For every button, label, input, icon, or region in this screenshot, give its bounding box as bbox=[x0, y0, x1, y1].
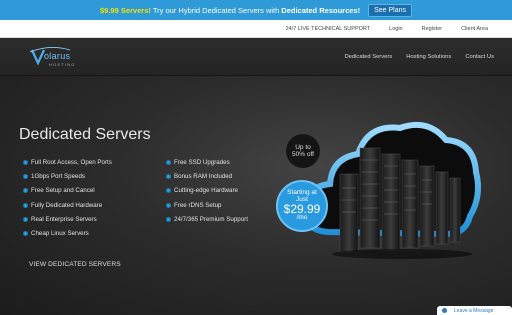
features-left: Full Root Access, Open Ports 1Gbps Port … bbox=[23, 155, 112, 241]
feature-item: Fully Dedicated Hardware bbox=[23, 198, 112, 212]
feature-item: Real Enterprise Servers bbox=[23, 212, 112, 226]
live-chat-tab[interactable]: Leave a Message bbox=[437, 306, 512, 315]
bullet-icon bbox=[23, 216, 28, 222]
discount-line1: Up to bbox=[295, 144, 311, 151]
top-nav-login[interactable]: Login bbox=[389, 26, 402, 32]
feature-label: Full Root Access, Open Ports bbox=[31, 158, 112, 166]
main-nav: Dedicated Servers Hosting Solutions Cont… bbox=[331, 54, 495, 60]
feature-label: Free Setup and Cancel bbox=[31, 187, 95, 195]
nav-dedicated-servers[interactable]: Dedicated Servers bbox=[345, 54, 393, 60]
site-header: olarus HOSTING Dedicated Servers Hosting… bbox=[0, 38, 512, 76]
live-chat-label: Leave a Message bbox=[454, 307, 494, 314]
bullet-icon bbox=[23, 159, 28, 165]
nav-hosting-solutions[interactable]: Hosting Solutions bbox=[406, 54, 451, 60]
feature-label: Free SSD Upgrades bbox=[174, 158, 230, 166]
discount-badge: Up to 50% off bbox=[286, 134, 320, 168]
feature-label: Cheap Linux Servers bbox=[31, 230, 89, 238]
feature-label: Real Enterprise Servers bbox=[31, 215, 97, 223]
bullet-icon bbox=[166, 159, 171, 165]
feature-item: Free rDNS Setup bbox=[166, 198, 248, 212]
cloud-servers-image bbox=[302, 122, 481, 259]
chat-icon bbox=[442, 308, 447, 313]
feature-label: 24/7/365 Premium Support bbox=[174, 215, 248, 223]
features-right: Free SSD Upgrades Bonus RAM Included Cut… bbox=[166, 155, 248, 226]
feature-item: Cutting-edge Hardware bbox=[166, 184, 248, 198]
view-dedicated-servers-link[interactable]: VIEW DEDICATED SERVERS bbox=[29, 261, 121, 268]
promo-text: Try our Hybrid Dedicated Servers with bbox=[152, 5, 280, 15]
feature-item: 24/7/365 Premium Support bbox=[166, 212, 248, 226]
feature-item: Full Root Access, Open Ports bbox=[23, 155, 112, 169]
bullet-icon bbox=[23, 231, 28, 237]
top-nav-support[interactable]: 24/7 LIVE TECHNICAL SUPPORT bbox=[286, 26, 371, 32]
promo-bar: $9.99 Servers! Try our Hybrid Dedicated … bbox=[0, 0, 512, 20]
feature-label: 1Gbps Port Speeds bbox=[31, 172, 86, 180]
hero-section: Dedicated Servers Full Root Access, Open… bbox=[0, 76, 512, 315]
svg-text:olarus: olarus bbox=[44, 51, 71, 61]
hero-title: Dedicated Servers bbox=[19, 126, 151, 143]
bullet-icon bbox=[166, 173, 171, 179]
feature-item: Free SSD Upgrades bbox=[166, 155, 248, 169]
feature-label: Bonus RAM Included bbox=[174, 172, 233, 180]
svg-text:HOSTING: HOSTING bbox=[49, 62, 76, 67]
feature-label: Free rDNS Setup bbox=[174, 201, 222, 209]
bullet-icon bbox=[166, 202, 171, 208]
bullet-icon bbox=[166, 188, 171, 194]
top-nav-client-area[interactable]: Client Area bbox=[461, 26, 488, 32]
top-nav-register[interactable]: Register bbox=[422, 26, 442, 32]
feature-label: Cutting-edge Hardware bbox=[174, 187, 238, 195]
feature-item: 1Gbps Port Speeds bbox=[23, 169, 112, 183]
feature-item: Cheap Linux Servers bbox=[23, 226, 112, 240]
bullet-icon bbox=[23, 202, 28, 208]
feature-label: Fully Dedicated Hardware bbox=[31, 201, 103, 209]
bullet-icon bbox=[166, 216, 171, 222]
volarus-logo[interactable]: olarus HOSTING bbox=[30, 46, 90, 68]
top-nav: 24/7 LIVE TECHNICAL SUPPORT Login Regist… bbox=[0, 20, 512, 38]
feature-item: Bonus RAM Included bbox=[166, 169, 248, 183]
see-plans-button[interactable]: See Plans bbox=[368, 3, 412, 17]
price-badge: Starting at Just $29.99 /mo bbox=[276, 180, 328, 232]
price-per: /mo bbox=[296, 214, 308, 222]
bullet-icon bbox=[23, 188, 28, 194]
bullet-icon bbox=[23, 173, 28, 179]
nav-contact-us[interactable]: Contact Us bbox=[465, 54, 494, 60]
promo-highlight: $9.99 Servers! bbox=[99, 5, 151, 15]
promo-bold: Dedicated Resources! bbox=[281, 5, 361, 15]
feature-item: Free Setup and Cancel bbox=[23, 184, 112, 198]
discount-line2: 50% off bbox=[292, 151, 314, 158]
